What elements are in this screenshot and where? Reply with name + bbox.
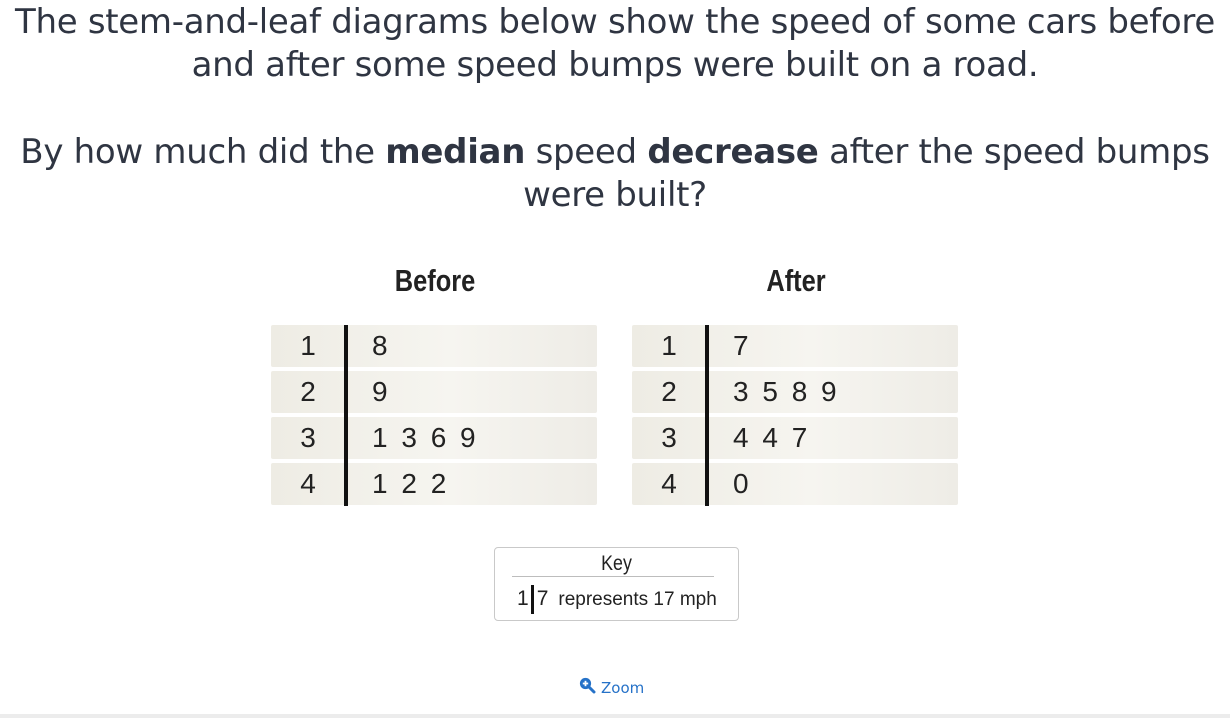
question-intro-text: The stem-and-leaf diagrams below show th… (15, 2, 1215, 85)
after-diagram-title: After (766, 263, 826, 298)
key-example: 1 7 represents 17 mph (517, 584, 717, 614)
zoom-label: Zoom (601, 679, 645, 697)
key-leaf: 7 (536, 587, 549, 610)
stem-leaf-divider (705, 325, 709, 506)
stem-leaf-row: 3 1 3 6 9 (271, 417, 597, 459)
stem-leaf-row: 3 4 4 7 (632, 417, 958, 459)
stem-value: 1 (300, 330, 316, 361)
key-stem: 1 (517, 587, 529, 610)
leaf-values: 3 5 8 9 (733, 376, 837, 407)
stem-leaf-row: 4 0 (632, 463, 958, 505)
before-diagram-title: Before (394, 263, 476, 298)
question-prompt: By how much did the median speed decreas… (0, 131, 1230, 217)
stem-leaf-row: 1 8 (271, 325, 597, 367)
stem-leaf-row: 2 9 (271, 371, 597, 413)
leaf-values: 1 2 2 (372, 468, 447, 499)
stem-value: 3 (661, 422, 677, 453)
leaf-values: 0 (733, 468, 749, 499)
stem-value: 3 (300, 422, 316, 453)
key-divider (512, 576, 714, 577)
question-prompt-part1: By how much did the (20, 132, 386, 172)
question-prompt-bold-decrease: decrease (647, 132, 819, 172)
key-description: represents 17 mph (558, 589, 717, 610)
leaf-values: 8 (372, 330, 388, 361)
stem-value: 4 (661, 468, 677, 499)
stem-value: 2 (661, 376, 677, 407)
leaf-values: 4 4 7 (733, 422, 808, 453)
leaf-values: 1 3 6 9 (372, 422, 476, 453)
stem-value: 1 (661, 330, 677, 361)
question-prompt-part2: speed (525, 132, 648, 172)
before-stem-leaf-diagram: 1 8 2 9 3 1 3 6 9 4 1 2 2 (271, 325, 597, 509)
key-separator (530, 584, 534, 614)
after-stem-leaf-diagram: 1 7 2 3 5 8 9 3 4 4 7 4 0 (632, 325, 958, 509)
stem-value: 2 (300, 376, 316, 407)
key-title: Key (601, 552, 632, 575)
stem-leaf-divider (344, 325, 348, 506)
stem-leaf-row: 2 3 5 8 9 (632, 371, 958, 413)
zoom-button[interactable]: Zoom (578, 676, 644, 700)
stem-leaf-row: 4 1 2 2 (271, 463, 597, 505)
diagram-key: Key 1 7 represents 17 mph (494, 547, 739, 621)
stem-leaf-row: 1 7 (632, 325, 958, 367)
bottom-divider (0, 714, 1230, 718)
question-prompt-bold-median: median (385, 132, 526, 172)
stem-value: 4 (300, 468, 316, 499)
question-intro: The stem-and-leaf diagrams below show th… (0, 1, 1230, 87)
leaf-values: 7 (733, 330, 749, 361)
leaf-values: 9 (372, 376, 388, 407)
zoom-in-icon (578, 676, 596, 701)
